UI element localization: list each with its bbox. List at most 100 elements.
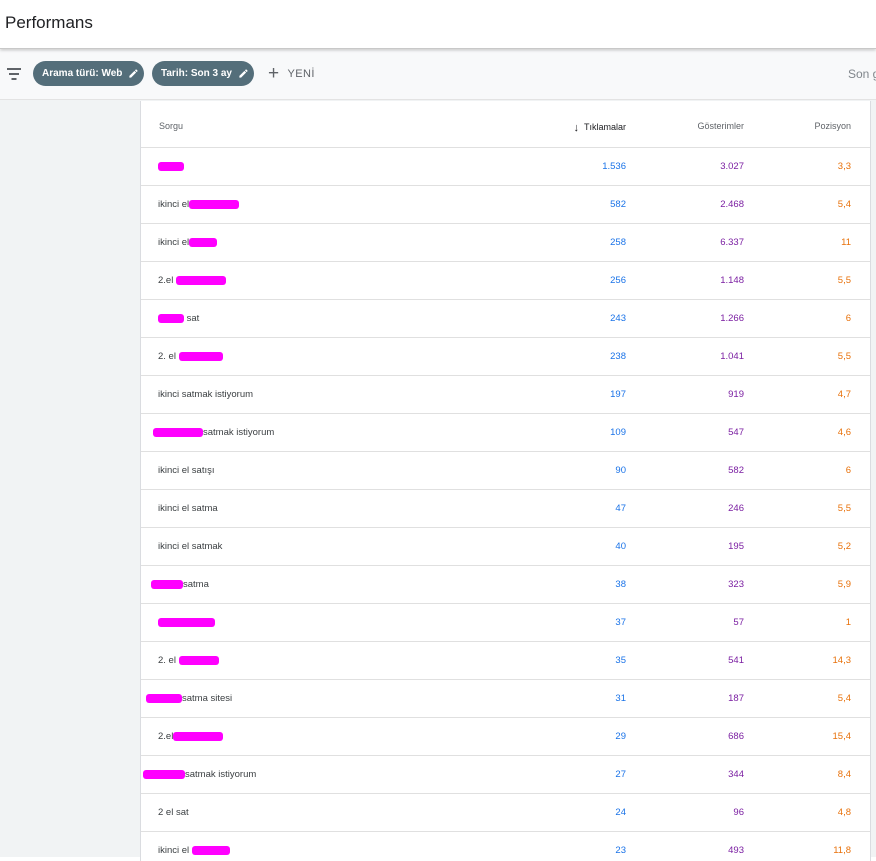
clicks-cell: 37 [615,617,626,628]
column-header-query[interactable]: Sorgu [159,121,183,131]
position-cell: 1 [845,617,851,628]
table-row[interactable]: ikinci satmak istiyorum 197 919 4,7 [141,376,870,414]
query-cell[interactable]: ikinci el satma [158,503,218,514]
date-comparison-label[interactable]: Son g [848,67,876,81]
position-cell: 5,4 [837,199,851,210]
clicks-cell: 40 [615,541,626,552]
impressions-cell: 195 [728,541,744,552]
query-text: ikinci el [158,237,190,248]
query-cell[interactable]: 2. el [158,351,223,362]
position-cell: 11 [841,237,851,248]
query-cell[interactable]: ikinci el [158,845,230,856]
clicks-cell: 238 [610,351,626,362]
table-row[interactable]: ikinci el 582 2.468 5,4 [141,186,870,224]
column-header-position[interactable]: Pozisyon [814,121,851,131]
table-row[interactable]: ikinci el 258 6.337 11 [141,224,870,262]
clicks-cell: 29 [615,731,626,742]
clicks-cell: 35 [615,655,626,666]
table-row[interactable]: satma 38 323 5,9 [141,566,870,604]
redaction-mark [189,237,218,247]
clicks-cell: 23 [615,845,626,856]
query-cell[interactable]: ikinci el [158,199,240,210]
table-row[interactable]: satmak istiyorum 109 547 4,6 [141,414,870,452]
query-cell[interactable]: ikinci el satmak [158,541,222,552]
query-cell[interactable]: sat [158,313,199,324]
date-filter-chip[interactable]: Tarih: Son 3 ay [152,61,254,86]
table-row[interactable]: 2. el 238 1.041 5,5 [141,338,870,376]
query-text: ikinci el satma [158,503,218,514]
table-row[interactable]: 1.536 3.027 3,3 [141,148,870,186]
query-cell[interactable] [158,617,215,628]
impressions-cell: 2.468 [720,199,744,210]
position-cell: 4,7 [837,389,851,400]
query-text: ikinci el [158,199,190,210]
query-cell[interactable]: satmak istiyorum [143,769,256,780]
query-text: ikinci el satmak [158,541,223,552]
position-cell: 8,4 [837,769,851,780]
query-text: 2 el sat [158,807,189,818]
table-row[interactable]: 2.el 256 1.148 5,5 [141,262,870,300]
query-text: ikinci satmak istiyorum [158,389,254,400]
impressions-cell: 1.266 [720,313,744,324]
table-row[interactable]: 2. el 35 541 14,3 [141,642,870,680]
search-type-chip-label: Arama türü: Web [42,68,123,79]
query-text: satmak istiyorum [185,769,257,780]
redaction-mark [151,579,183,589]
column-header-clicks[interactable]: ↓ Tıklamalar [573,121,626,134]
query-cell[interactable]: 2.el [158,731,224,742]
query-cell[interactable]: 2. el [158,655,219,666]
query-text: satmak istiyorum [203,427,275,438]
edit-pencil-icon [239,69,248,78]
query-cell[interactable]: satma sitesi [146,693,232,704]
clicks-cell: 258 [610,237,626,248]
table-row[interactable]: 37 57 1 [141,604,870,642]
query-text: 2.el [158,275,174,286]
filter-bar: Arama türü: Web Tarih: Son 3 ay + YENİ S… [0,50,876,100]
redaction-mark [143,769,185,779]
add-filter-button[interactable]: + YENİ [268,64,315,84]
table-row[interactable]: 2 el sat 24 96 4,8 [141,794,870,832]
impressions-cell: 582 [728,465,744,476]
table-row[interactable]: ikinci el satışı 90 582 6 [141,452,870,490]
position-cell: 5,5 [837,503,851,514]
table-row[interactable]: ikinci el satmak 40 195 5,2 [141,528,870,566]
table-row[interactable]: satmak istiyorum 27 344 8,4 [141,756,870,794]
position-cell: 15,4 [832,731,852,742]
impressions-cell: 1.148 [720,275,744,286]
table-row[interactable]: sat 243 1.266 6 [141,300,870,338]
impressions-cell: 919 [728,389,744,400]
clicks-cell: 24 [615,807,626,818]
column-header-impressions[interactable]: Gösterimler [697,121,744,131]
table-row[interactable]: ikinci el satma 47 246 5,5 [141,490,870,528]
query-text: 2.el [158,731,174,742]
redaction-mark [146,693,182,703]
table-header: Sorgu ↓ Tıklamalar Gösterimler Pozisyon [141,101,870,148]
clicks-cell: 109 [610,427,626,438]
table-row[interactable]: 2.el 29 686 15,4 [141,718,870,756]
impressions-cell: 541 [728,655,744,666]
plus-icon: + [268,63,280,84]
impressions-cell: 344 [728,769,744,780]
query-cell[interactable]: 2.el [158,275,226,286]
query-cell[interactable]: satma [151,579,209,590]
filter-icon[interactable] [6,68,22,80]
query-cell[interactable]: ikinci satmak istiyorum [158,389,253,400]
redaction-mark [158,617,215,627]
position-cell: 5,4 [837,693,851,704]
position-cell: 5,2 [837,541,851,552]
position-cell: 3,3 [837,161,851,172]
table-row[interactable]: satma sitesi 31 187 5,4 [141,680,870,718]
query-cell[interactable] [158,161,184,172]
query-cell[interactable]: ikinci el [158,237,218,248]
impressions-cell: 187 [728,693,744,704]
search-type-filter-chip[interactable]: Arama türü: Web [33,61,144,86]
query-cell[interactable]: ikinci el satışı [158,465,215,476]
clicks-cell: 1.536 [602,161,626,172]
query-cell[interactable]: satmak istiyorum [153,427,274,438]
clicks-cell: 582 [610,199,626,210]
redaction-mark [175,275,226,285]
query-cell[interactable]: 2 el sat [158,807,189,818]
clicks-cell: 197 [610,389,626,400]
redaction-mark [189,199,240,209]
redaction-mark [191,845,230,855]
